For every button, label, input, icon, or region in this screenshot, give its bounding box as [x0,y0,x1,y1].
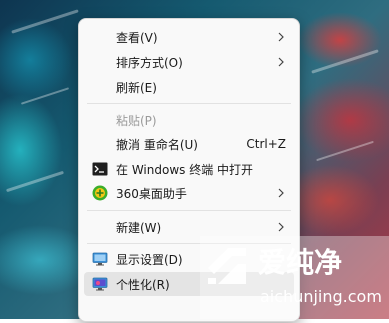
menu-item-label: 新建(W) [116,220,162,235]
wallpaper-streak [20,87,70,105]
wallpaper-streak [311,49,379,74]
360-assistant-icon [92,185,108,201]
aichunjing-logo: 爱纯净 aichunjing.com [200,236,389,319]
chevron-right-icon [278,57,284,67]
menu-item-view[interactable]: 查看(V) [84,25,294,49]
display-icon [92,252,108,266]
menu-item-label: 撤消 重命名(U) [116,137,198,152]
menu-item-label: 个性化(R) [116,277,170,292]
menu-item-360-desktop-assistant[interactable]: 360桌面助手 [84,181,294,205]
watermark-title: 爱纯净 [258,246,342,279]
menu-item-open-in-terminal[interactable]: 在 Windows 终端 中打开 [84,157,294,181]
chevron-right-icon [278,188,284,198]
menu-item-label: 刷新(E) [116,80,157,95]
menu-item-paste[interactable]: 粘贴(P) [84,108,294,132]
wallpaper-streak [6,170,64,193]
wallpaper-streak [316,140,374,162]
menu-item-label: 在 Windows 终端 中打开 [116,162,254,177]
menu-separator [87,103,291,104]
chevron-right-icon [278,222,284,232]
menu-item-sort-by[interactable]: 排序方式(O) [84,50,294,74]
menu-item-label: 查看(V) [116,30,158,45]
shortcut-label: Ctrl+Z [246,137,286,151]
menu-item-label: 粘贴(P) [116,113,157,128]
menu-item-label: 显示设置(D) [116,252,183,267]
chevron-right-icon [278,32,284,42]
watermark-logo: 爱纯净 aichunjing.com [200,236,389,319]
personalize-icon [92,277,108,291]
menu-item-undo-rename[interactable]: 撤消 重命名(U) Ctrl+Z [84,132,294,156]
watermark-url: aichunjing.com [260,287,382,306]
menu-item-refresh[interactable]: 刷新(E) [84,75,294,99]
menu-item-label: 排序方式(O) [116,55,183,70]
wallpaper-streak [11,9,79,34]
menu-item-label: 360桌面助手 [116,186,187,201]
menu-separator [87,210,291,211]
terminal-icon [92,162,108,176]
